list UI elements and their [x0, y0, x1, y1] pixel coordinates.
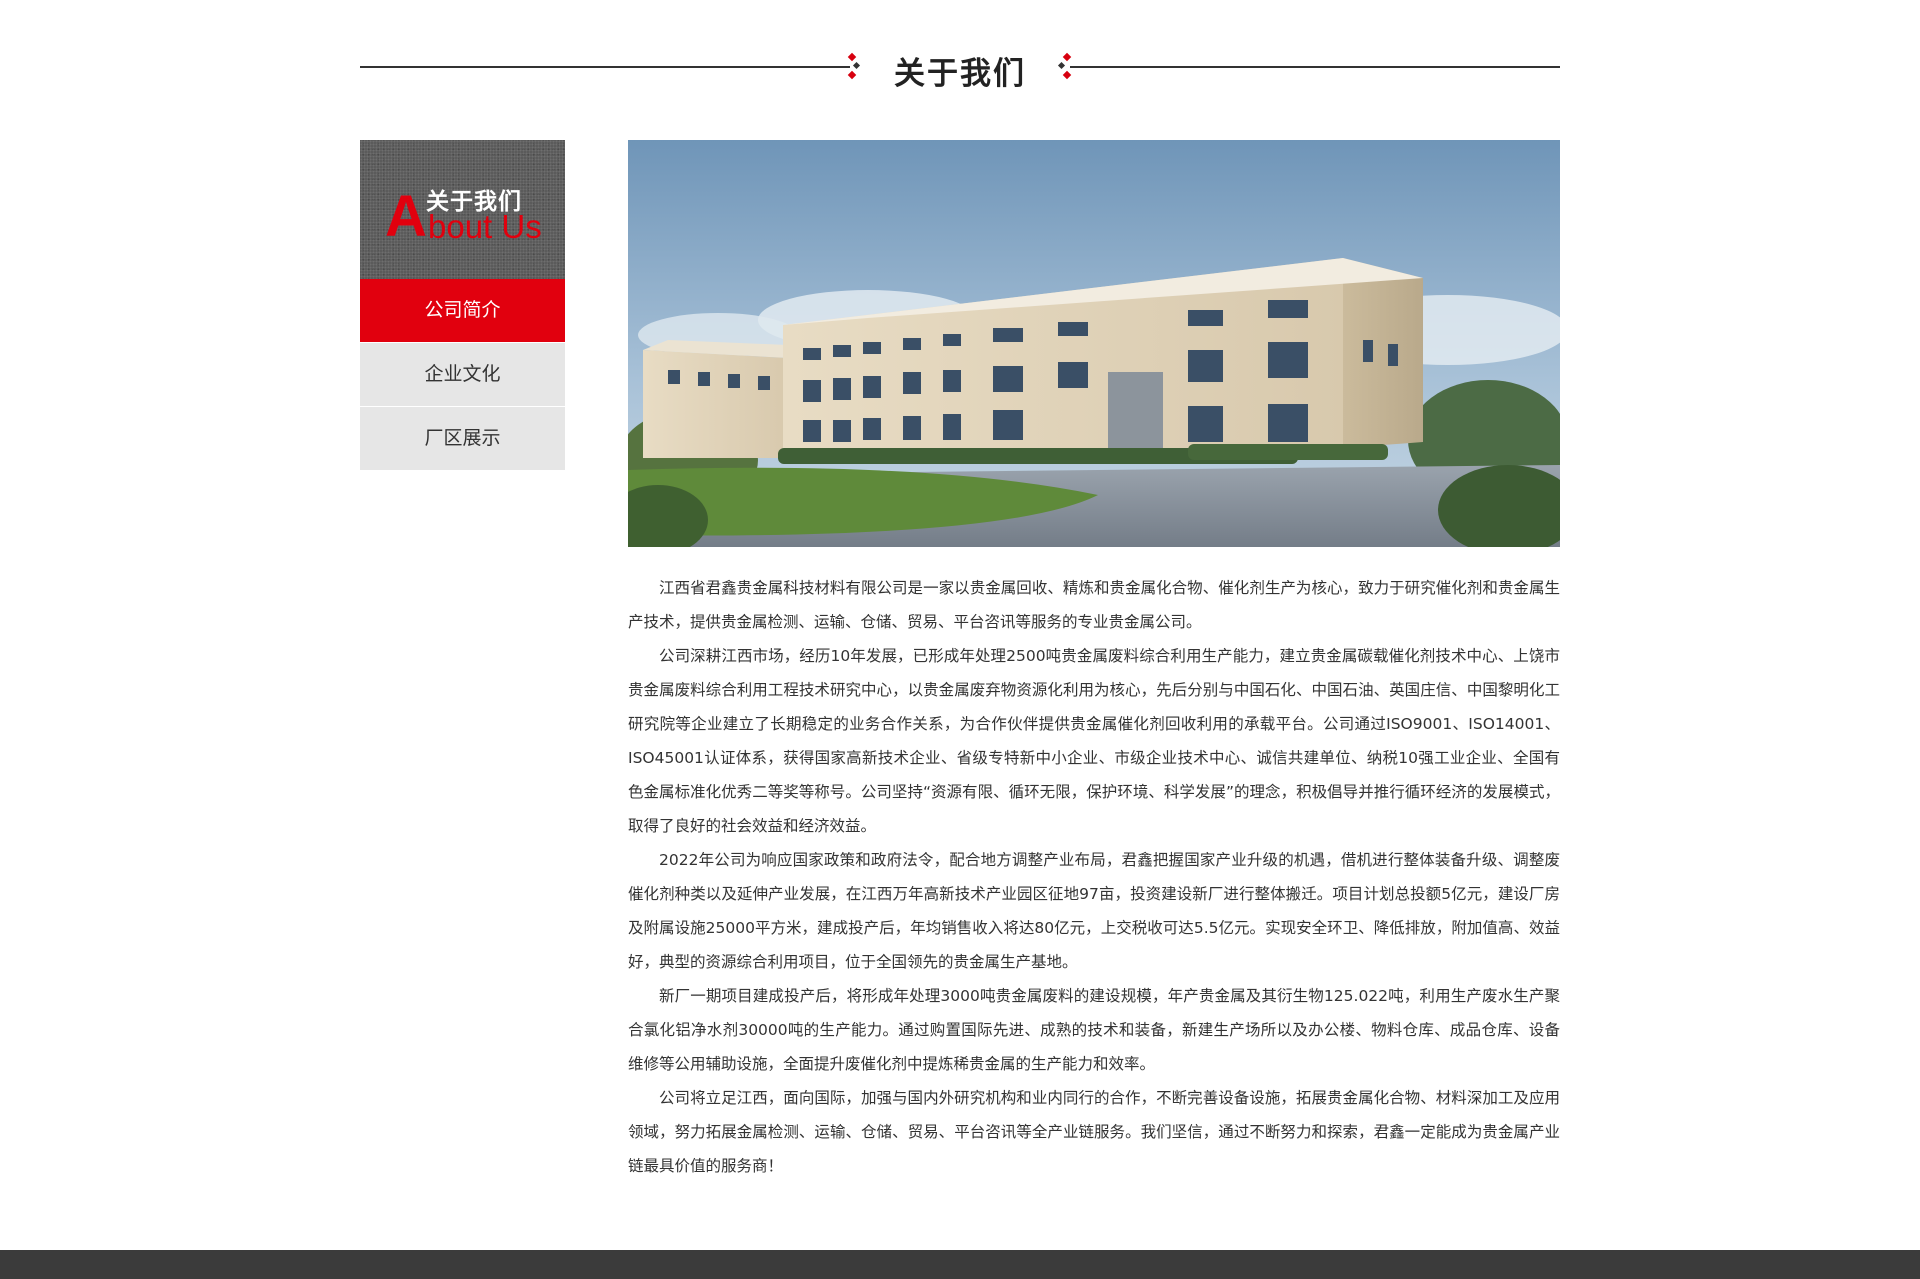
footer-bar: [0, 1250, 1920, 1279]
intro-paragraph: 江西省君鑫贵金属科技材料有限公司是一家以贵金属回收、精炼和贵金属化合物、催化剂生…: [628, 579, 1560, 631]
main-content: 江西省君鑫贵金属科技材料有限公司是一家以贵金属回收、精炼和贵金属化合物、催化剂生…: [628, 140, 1560, 1183]
company-intro-text: 江西省君鑫贵金属科技材料有限公司是一家以贵金属回收、精炼和贵金属化合物、催化剂生…: [628, 571, 1560, 1183]
intro-paragraph: 公司将立足江西，面向国际，加强与国内外研究机构和业内同行的合作，不断完善设备设施…: [628, 1089, 1560, 1175]
factory-building-photo: [628, 140, 1560, 547]
intro-paragraph: 2022年公司为响应国家政策和政府法令，配合地方调整产业布局，君鑫把握国家产业升…: [628, 851, 1560, 971]
sidebar-item-company-profile[interactable]: 公司简介: [360, 279, 565, 342]
sidebar-header-en-initial: A: [385, 184, 427, 249]
intro-paragraph: 新厂一期项目建成投产后，将形成年处理3000吨贵金属废料的建设规模，年产贵金属及…: [628, 987, 1560, 1073]
intro-paragraph: 公司深耕江西市场，经历10年发展，已形成年处理2500吨贵金属废料综合利用生产能…: [628, 647, 1560, 835]
sidebar-item-factory-showcase[interactable]: 厂区展示: [360, 406, 565, 470]
header-rule-right: [1070, 66, 1560, 68]
page: 关于我们 A bout Us 关于我们 公司简介 企业文化 厂区展示 江西省君鑫…: [0, 0, 1920, 1279]
sidebar: A bout Us 关于我们 公司简介 企业文化 厂区展示: [360, 140, 565, 470]
sidebar-header-cn: 关于我们: [426, 189, 522, 215]
section-title: 关于我们: [894, 56, 1026, 92]
sidebar-header: A bout Us 关于我们: [360, 140, 565, 279]
sidebar-item-corporate-culture[interactable]: 企业文化: [360, 342, 565, 406]
section-header: 关于我们: [360, 40, 1560, 92]
